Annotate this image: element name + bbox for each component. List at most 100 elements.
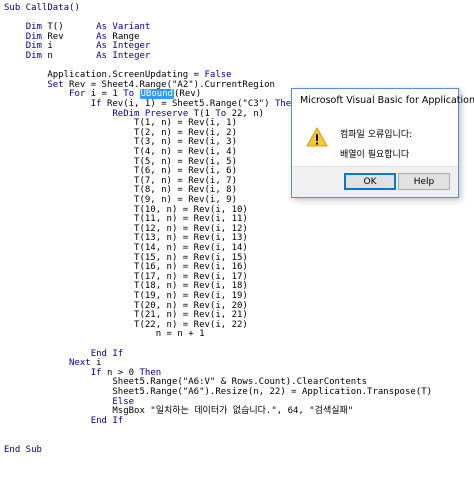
code-line: Dim Rev As Range [4, 32, 140, 42]
code-line: n = n + 1 [4, 329, 205, 340]
code-line: For i = 1 To UBound(Rev) [4, 89, 201, 100]
code-text: n [41, 51, 97, 61]
code-keyword: Variant [112, 22, 151, 33]
code-line: If n > 0 Then [4, 368, 161, 378]
code-line: T(15, n) = Rev(i, 15) [4, 253, 248, 263]
code-text: T(15, n) = Rev(i, 15) [4, 252, 248, 263]
code-line: T(14, n) = Rev(i, 14) [4, 243, 248, 253]
code-line: T(8, n) = Rev(i, 8) [4, 185, 237, 195]
code-line: Sheet5.Range("A6:V" & Rows.Count).ClearC… [4, 377, 367, 387]
code-keyword: Dim [25, 31, 42, 42]
code-line: T(6, n) = Rev(i, 6) [4, 166, 237, 176]
code-line: T(17, n) = Rev(i, 17) [4, 272, 248, 282]
code-text: i [90, 358, 102, 369]
code-text: T(13, n) = Rev(i, 13) [4, 233, 248, 244]
code-text: T(5, n) = Rev(i, 5) [4, 156, 237, 167]
code-keyword: If [90, 367, 102, 378]
code-text: T(11, n) = Rev(i, 11) [4, 214, 248, 225]
code-line: T(4, n) = Rev(i, 4) [4, 147, 237, 157]
code-keyword: As [96, 41, 107, 52]
code-text: T(16, n) = Rev(i, 16) [4, 262, 248, 273]
code-line: MsgBox "일치하는 데이터가 없습니다.", 64, "검색실패" [4, 406, 353, 416]
code-text: T(21, n) = Rev(i, 21) [4, 310, 248, 321]
code-line: End If [4, 348, 124, 359]
code-line: If Rev(i, 1) = Sheet5.Range("C3") Then [4, 99, 297, 109]
ok-button[interactable]: OK [344, 173, 396, 190]
code-keyword: As [96, 31, 107, 42]
code-text: T(9, n) = Rev(i, 9) [4, 195, 237, 205]
code-text: T() [41, 22, 97, 33]
code-keyword: Integer [112, 51, 151, 61]
code-text: i [41, 41, 97, 52]
code-text: MsgBox "일치하는 데이터가 없습니다.", 64, "검색실패" [4, 406, 354, 417]
code-line: T(12, n) = Rev(i, 12) [4, 224, 248, 234]
code-text: T(1 [188, 108, 216, 119]
dialog-message-line-1: 컴파일 오류입니다: [340, 130, 413, 140]
code-text: T(4, n) = Rev(i, 4) [4, 147, 237, 157]
code-keyword: Set [47, 79, 64, 90]
dialog-title: Microsoft Visual Basic for Applications [300, 95, 474, 106]
code-text: T(3, n) = Rev(i, 3) [4, 137, 237, 148]
code-keyword: False [204, 70, 232, 81]
code-keyword: As [96, 51, 107, 61]
code-line: T(1, n) = Rev(i, 1) [4, 118, 237, 128]
code-text: Range [106, 31, 140, 42]
code-text: i = 1 [85, 89, 124, 100]
code-text: T(12, n) = Rev(i, 12) [4, 223, 248, 234]
code-keyword: For [69, 89, 86, 100]
code-line: T(10, n) = Rev(i, 10) [4, 205, 248, 215]
code-line: T(20, n) = Rev(i, 20) [4, 301, 248, 311]
error-dialog: Microsoft Visual Basic for Applications … [291, 88, 474, 198]
code-text: T(17, n) = Rev(i, 17) [4, 271, 248, 282]
code-line: Sheet5.Range("A6").Resize(n, 22) = Appli… [4, 387, 432, 397]
code-keyword: End If [90, 348, 124, 359]
code-text: Rev = Sheet4.Range("A2").CurrentRegion [63, 79, 275, 90]
code-text: T(19, n) = Rev(i, 19) [4, 291, 248, 301]
code-text: T(20, n) = Rev(i, 20) [4, 300, 248, 311]
code-text: n = n + 1 [4, 329, 205, 340]
code-keyword: If [90, 99, 102, 109]
code-line: T(19, n) = Rev(i, 19) [4, 291, 248, 301]
code-text: Sheet5.Range("A6:V" & Rows.Count).ClearC… [4, 377, 368, 388]
selected-token: UBound [139, 89, 175, 100]
code-keyword: End If [90, 415, 124, 426]
code-line: T(16, n) = Rev(i, 16) [4, 262, 248, 272]
code-text: T(22, n) = Rev(i, 22) [4, 319, 248, 330]
dialog-button-bar: OK Help [292, 166, 458, 197]
code-keyword: ReDim Preserve [112, 108, 189, 119]
help-button[interactable]: Help [398, 173, 450, 190]
code-text: T(14, n) = Rev(i, 14) [4, 243, 248, 253]
code-text: T(6, n) = Rev(i, 6) [4, 166, 237, 177]
code-editor[interactable]: Sub CallData() Dim T() As Variant Dim Re… [0, 0, 474, 477]
code-line: T(9, n) = Rev(i, 9) [4, 195, 237, 205]
code-keyword: Dim [25, 51, 42, 61]
code-keyword: Then [139, 367, 162, 378]
code-text: T(10, n) = Rev(i, 10) [4, 204, 248, 215]
code-text: Sheet5.Range("A6").Resize(n, 22) = Appli… [4, 387, 433, 397]
code-line: T(11, n) = Rev(i, 11) [4, 214, 248, 224]
code-line: Sub CallData() [4, 3, 80, 13]
code-text: Application.ScreenUpdating = [4, 70, 205, 81]
code-line: ReDim Preserve T(1 To 22, n) [4, 109, 264, 119]
code-line: Application.ScreenUpdating = False [4, 70, 232, 81]
code-line: Dim n As Integer [4, 51, 151, 61]
code-line: T(22, n) = Rev(i, 22) [4, 320, 248, 330]
code-line: T(7, n) = Rev(i, 7) [4, 176, 237, 186]
code-text: Rev [41, 31, 97, 42]
code-keyword: To [123, 89, 135, 100]
code-text: Rev(i, 1) = Sheet5.Range("C3") [101, 99, 275, 109]
code-keyword: To [215, 108, 227, 119]
